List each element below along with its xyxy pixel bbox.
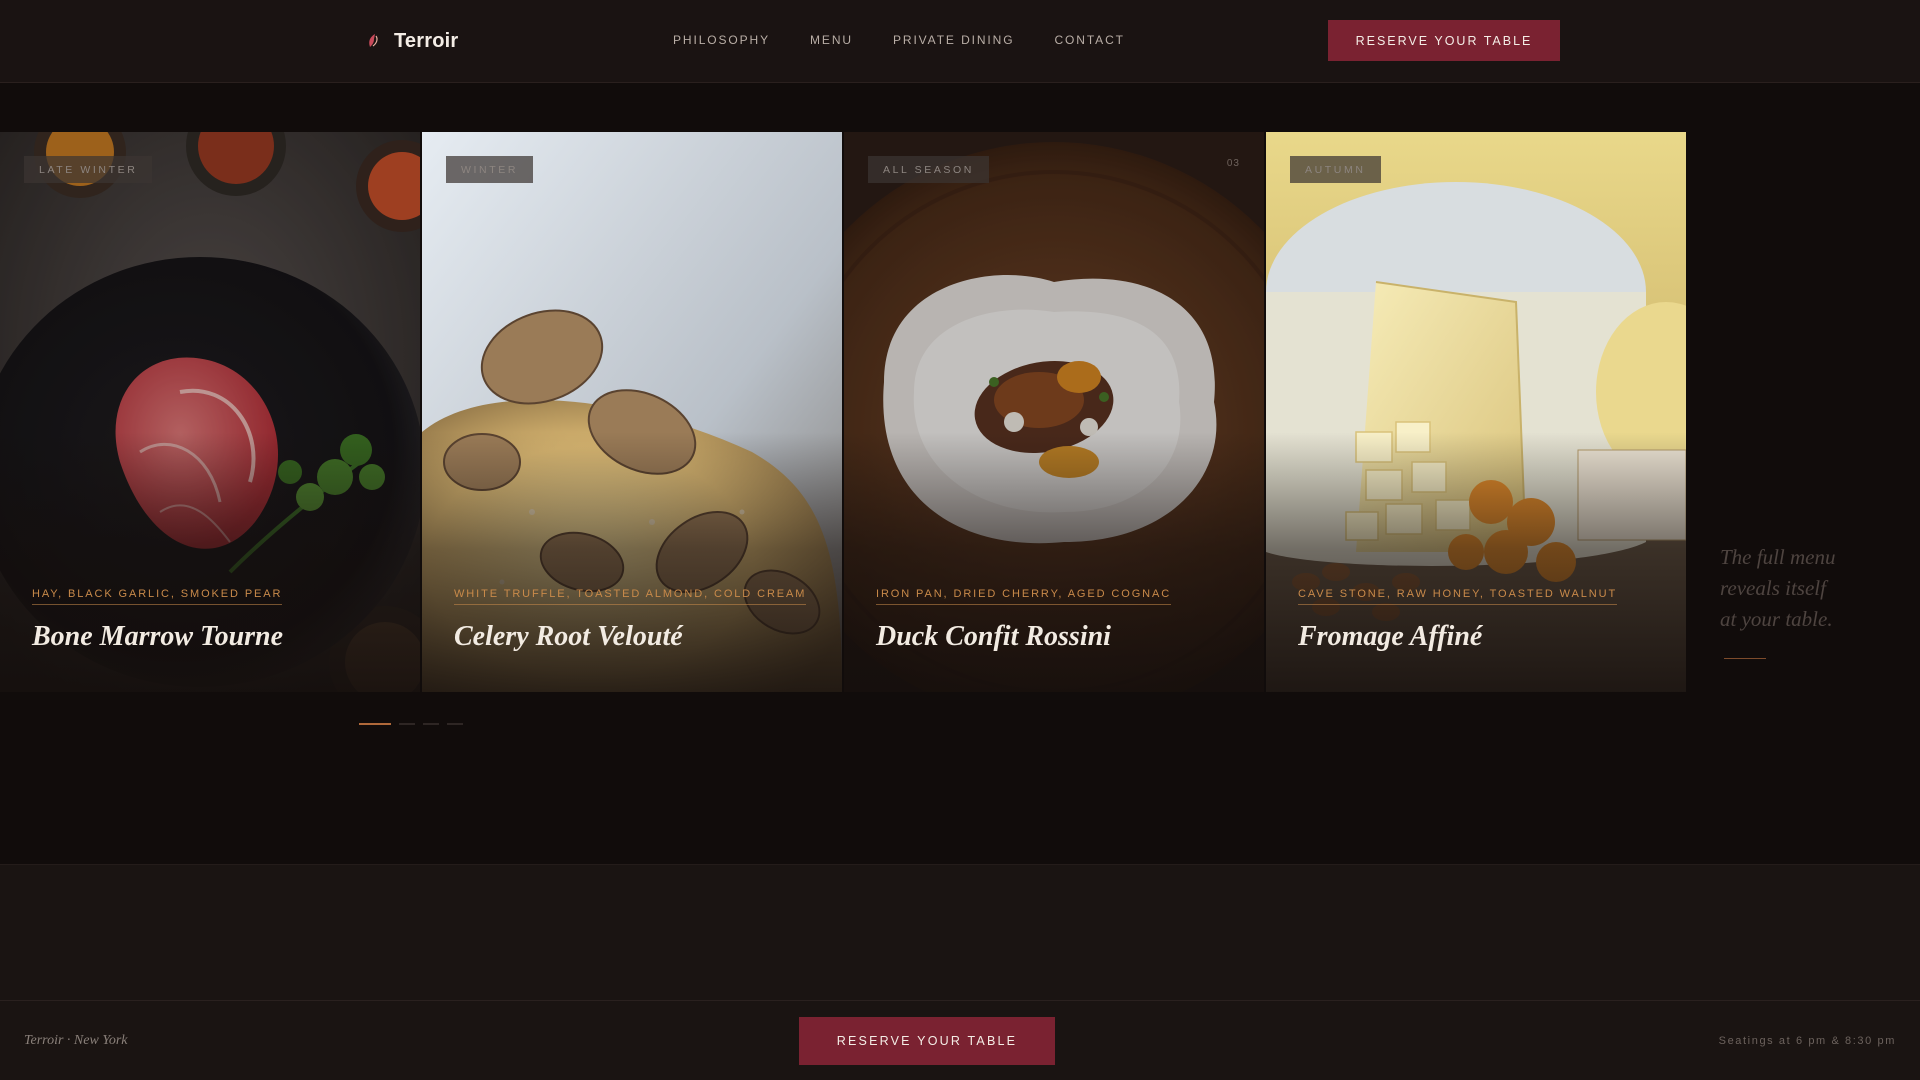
reserve-table-footer-button[interactable]: RESERVE YOUR TABLE (799, 1017, 1055, 1065)
pagination-dot-active[interactable] (359, 723, 391, 725)
nav-private-dining[interactable]: PRIVATE DINING (893, 33, 1015, 47)
dish-card[interactable]: AUTUMN CAVE STONE, RAW HONEY, TOASTED WA… (1266, 132, 1686, 692)
sticky-footer-bar: Terroir · New York RESERVE YOUR TABLE Se… (0, 1000, 1920, 1080)
leaf-icon (369, 34, 378, 47)
menu-teaser-line: at your table. (1720, 607, 1833, 631)
teaser-divider (1724, 658, 1766, 659)
carousel-pagination (359, 723, 463, 725)
nav-menu[interactable]: MENU (810, 33, 853, 47)
dish-card[interactable]: LATE WINTER HAY, BLACK GARLIC, SMOKED PE… (0, 132, 420, 692)
dish-name: Celery Root Velouté (454, 621, 683, 652)
dish-name: Fromage Affiné (1298, 621, 1483, 652)
dish-card[interactable]: WINTER WHITE TRUFFLE, TOASTED ALMOND, CO… (422, 132, 842, 692)
reserve-table-button[interactable]: RESERVE YOUR TABLE (1328, 20, 1560, 61)
section-band (0, 864, 1920, 1000)
card-gradient (0, 432, 420, 692)
season-tag: ALL SEASON (868, 156, 989, 183)
seating-times: Seatings at 6 pm & 8:30 pm (1718, 1035, 1896, 1047)
footer-location: Terroir · New York (24, 1033, 128, 1048)
nav-philosophy[interactable]: PHILOSOPHY (673, 33, 770, 47)
pagination-dot[interactable] (423, 723, 439, 725)
season-tag: AUTUMN (1290, 156, 1381, 183)
dish-name: Duck Confit Rossini (876, 621, 1111, 652)
dish-ingredients: HAY, BLACK GARLIC, SMOKED PEAR (32, 588, 283, 605)
dish-card[interactable]: ALL SEASON 03 IRON PAN, DRIED CHERRY, AG… (844, 132, 1264, 692)
card-gradient (1266, 432, 1686, 692)
dish-ingredients: IRON PAN, DRIED CHERRY, AGED COGNAC (876, 588, 1172, 605)
dish-carousel[interactable]: LATE WINTER HAY, BLACK GARLIC, SMOKED PE… (0, 132, 1686, 692)
menu-teaser-line: reveals itself (1720, 576, 1826, 600)
season-tag: WINTER (446, 156, 534, 183)
dish-ingredients: CAVE STONE, RAW HONEY, TOASTED WALNUT (1298, 588, 1618, 605)
dish-ingredients: WHITE TRUFFLE, TOASTED ALMOND, COLD CREA… (454, 588, 807, 605)
brand-logo-link[interactable]: Terroir (366, 26, 458, 56)
season-tag: LATE WINTER (24, 156, 153, 183)
pagination-dot[interactable] (447, 723, 463, 725)
site-header: Terroir PHILOSOPHY MENU PRIVATE DINING C… (0, 0, 1920, 83)
menu-teaser-line: The full menu (1720, 545, 1836, 569)
brand-name: Terroir (394, 29, 459, 52)
card-gradient (844, 432, 1264, 692)
pagination-dot[interactable] (399, 723, 415, 725)
main-nav: PHILOSOPHY MENU PRIVATE DINING CONTACT (673, 33, 1125, 47)
nav-contact[interactable]: CONTACT (1054, 33, 1124, 47)
card-gradient (422, 432, 842, 692)
card-number: 03 (1226, 158, 1240, 169)
dish-name: Bone Marrow Tourne (32, 621, 284, 652)
menu-teaser: The full menu reveals itself at your tab… (1720, 542, 1870, 635)
